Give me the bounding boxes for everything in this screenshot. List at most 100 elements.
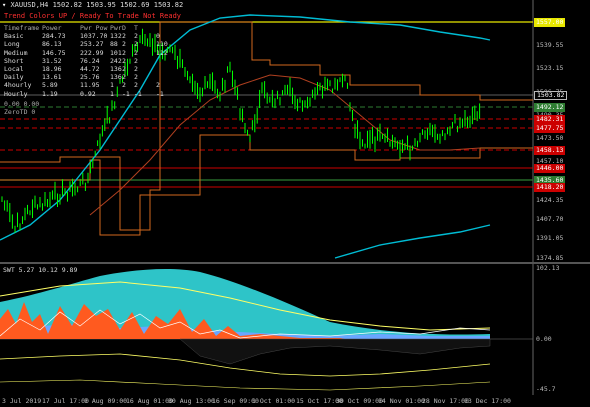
panel-cell-name: Daily [4, 73, 24, 82]
trend-status-text: Trend Colors UP / Ready To Trade Not Rea… [4, 12, 182, 20]
panel-cell-v4: 2 [122, 56, 126, 65]
sub-window-title: SWT 5.27 10.12 9.89 [3, 266, 78, 274]
swt-indicator-subwindow[interactable] [0, 264, 590, 395]
price-level-tag: 1458.13 [534, 146, 566, 155]
panel-cell-v4: 2 [122, 73, 126, 82]
panel-cell-v2: 25.76 [80, 73, 100, 82]
panel-cell-v3: 136 [110, 65, 122, 74]
chart-symbol-title: ▾ XAUUSD,H4 1502.82 1503.95 1502.69 1503… [2, 1, 183, 9]
panel-cell-v3: 88 [110, 40, 118, 49]
panel-cell-v5: 2 [134, 81, 138, 90]
panel-cell-v5: 2 [134, 40, 138, 49]
panel-cell-v5: 2 [134, 32, 138, 41]
swt-negative-area [179, 338, 491, 365]
panel-cell-name: Basic [4, 32, 24, 41]
panel-row-4hourly: 4hourly 5.89 11.95 1 2 2 2 [4, 81, 168, 89]
panel-cell-v1: 146.75 [42, 48, 66, 57]
price-axis-label: 1374.85 [536, 254, 564, 262]
panel-cell-v5: 2 [134, 73, 138, 82]
panel-cell-v6: 2 [156, 81, 160, 90]
sub-axis-label: 0.00 [536, 335, 552, 343]
panel-header-pwrpow: Pwr Pow [80, 24, 108, 32]
price-axis-label: 1473.50 [536, 134, 564, 142]
panel-cell-name: Hourly [4, 89, 28, 98]
time-axis-label: 1 Oct 01:00 [252, 397, 296, 405]
panel-header-row: Timeframe Power Pwr Pow PwrD T [4, 24, 168, 32]
panel-row-medium: Medium 146.75 222.99 1012 2 112 [4, 49, 168, 57]
sub-axis-label: 102.13 [536, 264, 560, 272]
panel-cell-v1: 18.96 [42, 65, 62, 74]
panel-cell-v4: 2 [122, 81, 126, 90]
time-axis-label: 14 Nov 01:00 [378, 397, 425, 405]
panel-cell-v4: 2 [122, 48, 126, 57]
panel-row-basic: Basic 284.73 1037.70 1322 2 0 [4, 32, 168, 40]
panel-cell-v5: 2 [134, 65, 138, 74]
panel-cell-v6: 110 [156, 40, 168, 49]
panel-header-t: T [134, 24, 138, 32]
panel-cell-name: Local [4, 65, 24, 74]
price-axis-label: 1424.35 [536, 196, 564, 204]
price-level-tag: 1503.82 [534, 91, 568, 100]
price-level-tag: 1446.00 [534, 164, 566, 173]
panel-zerotd: ZeroTD 0 [4, 108, 36, 117]
panel-cell-v1: 1.19 [42, 89, 58, 98]
panel-cell-v2: 222.99 [80, 48, 104, 57]
time-axis-label: 1 Aug 09:00 [84, 397, 128, 405]
panel-header-power: Power [42, 24, 62, 32]
panel-cell-v1: 31.52 [42, 56, 62, 65]
price-axis-label: 1523.15 [536, 64, 564, 72]
panel-cell-v2: 76.24 [80, 56, 100, 65]
time-axis-label: 17 Jul 17:00 [42, 397, 89, 405]
panel-cell-v5: 2 [134, 48, 138, 57]
panel-cell-v5: -1 [134, 89, 142, 98]
panel-cell-v1: 86.13 [42, 40, 62, 49]
panel-cell-v6: -1 [156, 89, 164, 98]
panel-cell-v3: 132 [110, 32, 122, 41]
panel-cell-v2: 44.72 [80, 65, 100, 74]
panel-cell-v4: 2 [122, 40, 126, 49]
time-axis-label: 30 Oct 09:00 [336, 397, 383, 405]
collapse-icon[interactable]: ▾ [2, 1, 6, 9]
panel-cell-v6: 0 [156, 32, 160, 41]
panel-cell-name: 4hourly [4, 81, 32, 90]
panel-cell-name: Long [4, 40, 20, 49]
symbol-title-text: XAUUSD,H4 1502.82 1503.95 1502.69 1503.8… [10, 1, 184, 9]
price-axis-label: 1391.05 [536, 234, 564, 242]
panel-cell-v3: 242 [110, 56, 122, 65]
panel-row-short: Short 31.52 76.24 2422 2 [4, 57, 168, 65]
time-axis-label: 28 Nov 17:00 [422, 397, 469, 405]
panel-row-local: Local 18.96 44.72 1362 2 [4, 65, 168, 73]
price-level-tag: 1557.00 [534, 18, 566, 27]
panel-cell-name: Medium [4, 48, 28, 57]
panel-cell-v1: 5.89 [42, 81, 58, 90]
panel-row-daily: Daily 13.61 25.76 1362 2 [4, 73, 168, 81]
panel-cell-v3: 136 [110, 73, 122, 82]
panel-header-timeframe: Timeframe [4, 24, 40, 32]
price-level-tag: 1418.20 [534, 183, 566, 192]
panel-header-pwr: Pwr [110, 24, 122, 32]
panel-cell-v3: 1 [110, 89, 114, 98]
panel-cell-v2: 253.27 [80, 40, 104, 49]
panel-row-hourly: Hourly 1.19 0.92 1 -1 -1 -1 [4, 90, 168, 98]
price-level-tag: 1492.12 [534, 103, 566, 112]
moving-average-slow [334, 224, 491, 259]
time-axis-label: 30 Aug 13:00 [168, 397, 215, 405]
panel-cell-v2: 1037.70 [80, 32, 108, 41]
time-axis-label: 13 Dec 17:00 [464, 397, 511, 405]
panel-cell-v3: 1 [110, 81, 114, 90]
panel-header-d: D [122, 24, 126, 32]
panel-cell-v2: 0.92 [80, 89, 96, 98]
price-level-tag: 1477.75 [534, 124, 566, 133]
swt-outer-band [0, 379, 491, 391]
panel-cell-name: Short [4, 56, 24, 65]
swt-indicator-canvas [0, 264, 534, 395]
panel-cell-v4: 2 [122, 65, 126, 74]
panel-row-long: Long 86.13 253.27 88 2 2 110 [4, 40, 168, 48]
panel-cell-v3: 101 [110, 48, 122, 57]
time-axis-label: 16 Aug 01:00 [126, 397, 173, 405]
panel-cell-v4: -1 [122, 89, 130, 98]
panel-cell-v1: 284.73 [42, 32, 66, 41]
panel-cell-v4: 2 [122, 32, 126, 41]
sub-axis-label: -45.7 [536, 385, 556, 393]
time-axis-label: 3 Jul 2019 [2, 397, 42, 405]
